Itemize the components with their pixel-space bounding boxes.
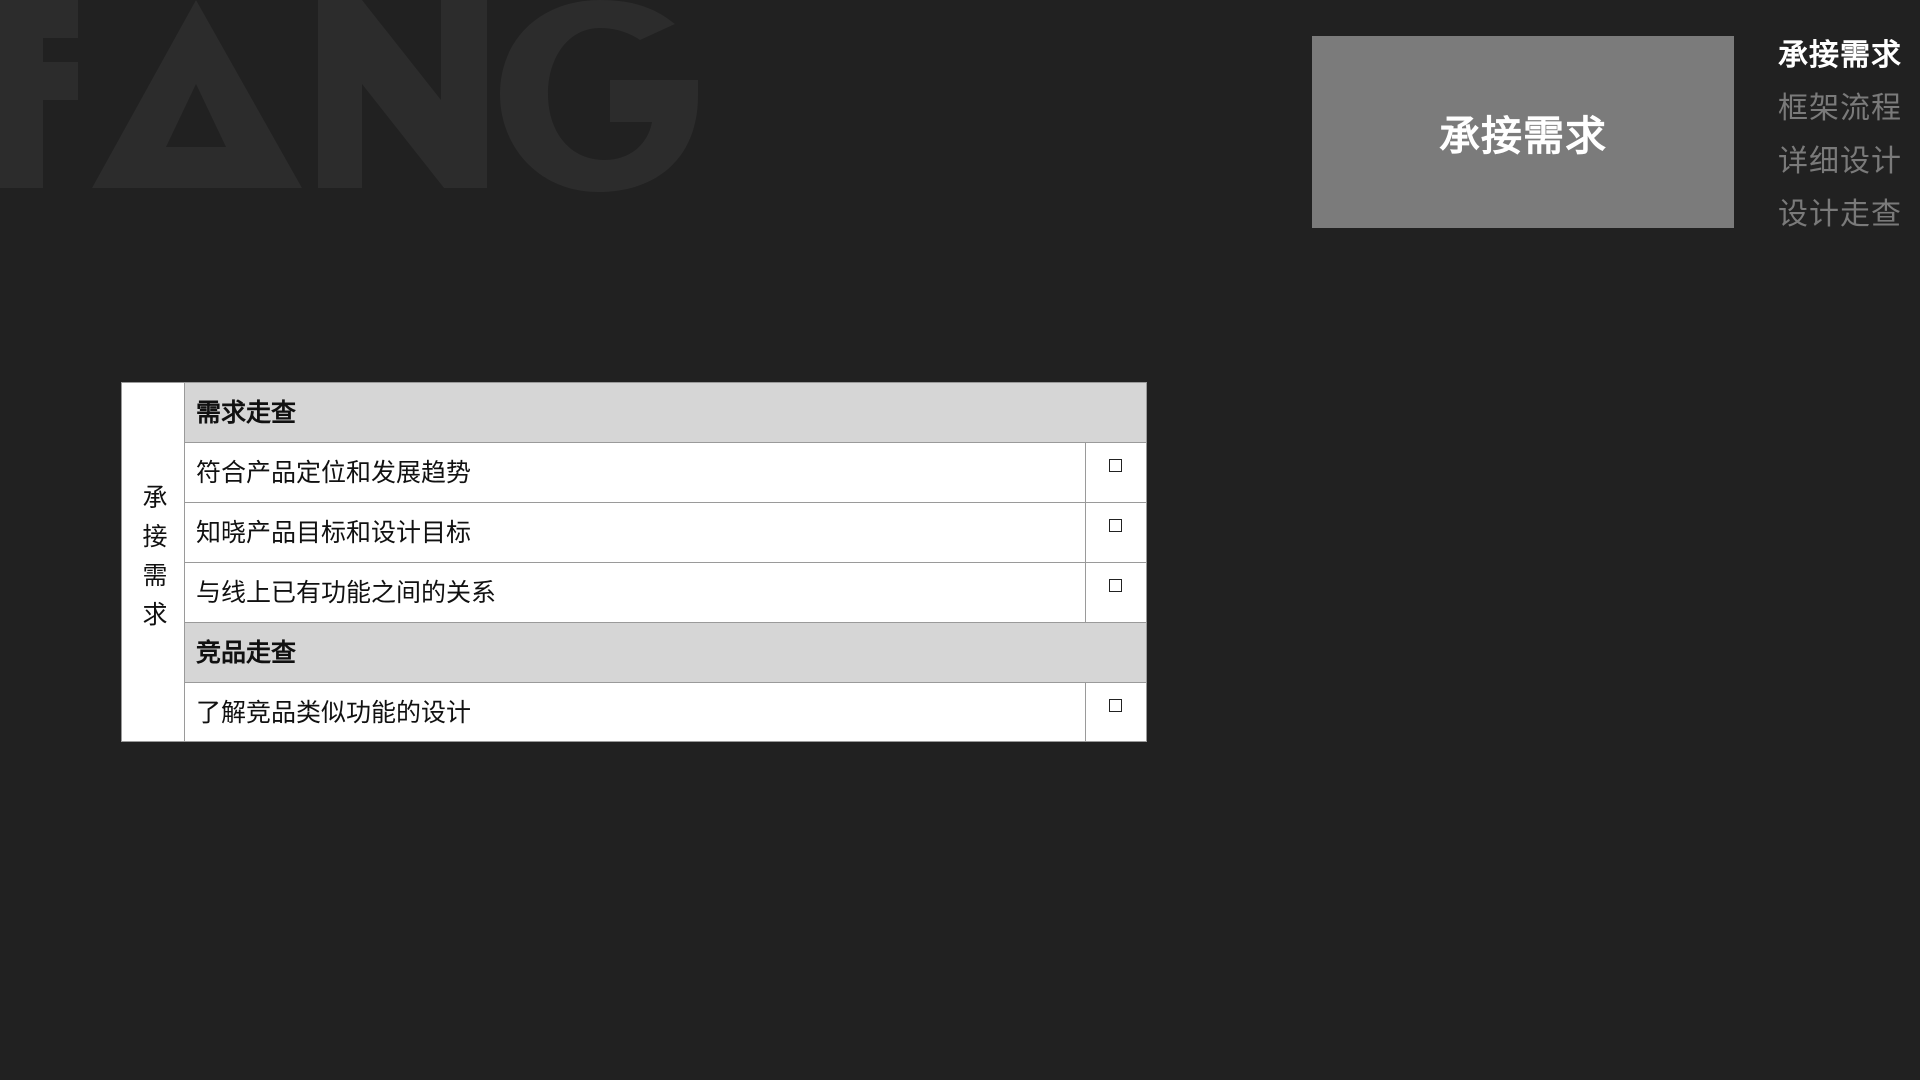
section-title-card: 承接需求 [1312, 36, 1734, 228]
checkbox[interactable] [1109, 459, 1122, 472]
category-label: 承接需求 [139, 484, 168, 640]
fang-watermark-logo [0, 0, 698, 192]
section-title: 承接需求 [1439, 112, 1607, 160]
watermark-letter-a [92, 0, 302, 188]
checklist-rows: 需求走查 符合产品定位和发展趋势 知晓产品目标和设计目标 与线上已有功能之间的关… [185, 383, 1146, 741]
nav-item-design-review[interactable]: 设计走查 [1752, 191, 1902, 244]
nav-item-requirements[interactable]: 承接需求 [1752, 32, 1902, 85]
checklist-row: 了解竞品类似功能的设计 [185, 683, 1146, 741]
checkbox[interactable] [1109, 519, 1122, 532]
checklist-row: 与线上已有功能之间的关系 [185, 563, 1146, 623]
checklist-item-label: 符合产品定位和发展趋势 [196, 458, 472, 487]
category-cell: 承接需求 [122, 383, 185, 741]
watermark-letter-f [0, 0, 78, 188]
group-title: 需求走查 [196, 398, 297, 427]
group-title: 竞品走查 [196, 638, 297, 667]
checklist-item-label: 了解竞品类似功能的设计 [196, 698, 472, 727]
slide-canvas: 承接需求 承接需求 框架流程 详细设计 设计走查 承接需求 需求走查 符合产品定… [0, 0, 1920, 1080]
checkbox[interactable] [1109, 579, 1122, 592]
checkbox-cell [1085, 503, 1146, 562]
checklist-row: 符合产品定位和发展趋势 [185, 443, 1146, 503]
checklist-item-label: 知晓产品目标和设计目标 [196, 518, 472, 547]
group-header-requirement-review: 需求走查 [185, 383, 1146, 443]
checkbox-cell [1085, 683, 1146, 741]
watermark-letter-g [500, 0, 698, 192]
nav-item-detailed-design[interactable]: 详细设计 [1752, 138, 1902, 191]
checklist-table: 承接需求 需求走查 符合产品定位和发展趋势 知晓产品目标和设计目标 与线上已有功… [121, 382, 1147, 742]
checklist-item-label: 与线上已有功能之间的关系 [196, 578, 497, 607]
nav-item-framework-flow[interactable]: 框架流程 [1752, 85, 1902, 138]
section-nav: 承接需求 框架流程 详细设计 设计走查 [1752, 32, 1902, 244]
checkbox-cell [1085, 563, 1146, 622]
checkbox-cell [1085, 443, 1146, 502]
checklist-row: 知晓产品目标和设计目标 [185, 503, 1146, 563]
group-header-competitor-review: 竞品走查 [185, 623, 1146, 683]
watermark-letter-n [318, 0, 487, 188]
checkbox[interactable] [1109, 699, 1122, 712]
